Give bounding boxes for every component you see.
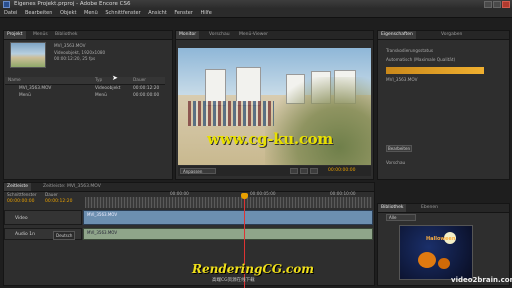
window-title: Eigenes Projekt.prproj - Adobe Encore CS… — [14, 1, 131, 7]
audio-track-header[interactable]: Audio 1n Deutsch — [4, 228, 82, 240]
item-type: Menü — [95, 93, 107, 98]
menu-template-thumbnail[interactable]: Halloween — [399, 225, 473, 280]
tab-projekt[interactable]: Projekt — [4, 31, 26, 39]
lower-label: Vorschau — [386, 160, 406, 165]
col-type[interactable]: Typ — [95, 77, 102, 84]
tab-menues[interactable]: Menüs — [30, 31, 51, 39]
video-track-header[interactable]: Video — [4, 210, 82, 225]
clip-thumbnail — [10, 42, 46, 68]
monitor-timecode: 00:00:00:00 — [328, 168, 356, 173]
clip-info-1: Videoobjekt, 1920x1080 — [54, 50, 106, 55]
menu-bar: Datei Bearbeiten Objekt Menü Schnittfens… — [0, 9, 512, 18]
list-item[interactable]: Menü Menü 00:00:00:00 — [5, 92, 165, 99]
clip-name: MVI_3563.MOV — [54, 43, 86, 48]
transcode-label: Transkodierungsstatus — [386, 48, 434, 53]
clip-info-2: 00:00:12:20, 25 fps — [54, 56, 96, 61]
preset-text: Automatisch (Maximale Qualität) — [386, 57, 456, 62]
audio-clip-label: MVI_3563.MOV — [87, 230, 118, 235]
menu-hilfe[interactable]: Hilfe — [200, 9, 211, 17]
watermark-text: www.cg-ku.com — [207, 130, 333, 148]
rewind-button[interactable] — [290, 168, 298, 174]
maximize-icon[interactable] — [493, 1, 501, 8]
clip-label: MVI_3563.MOV — [386, 77, 418, 82]
col-duration[interactable]: Dauer — [133, 77, 146, 84]
brand-subtitle: 高端CG资源在线下载 — [212, 278, 255, 283]
menu-schnittfenster[interactable]: Schnittfenster — [105, 9, 140, 17]
timeline-ruler[interactable] — [85, 197, 372, 208]
forward-button[interactable] — [310, 168, 318, 174]
mouse-cursor-icon: ➤ — [112, 74, 118, 82]
title-bar: Eigenes Projekt.prproj - Adobe Encore CS… — [0, 0, 512, 9]
quality-dropdown[interactable]: Anpassen — [180, 168, 216, 174]
timeline-source-label: Schnittfenster — [7, 192, 37, 197]
video-clip[interactable]: MVI_3563.MOV — [83, 210, 373, 225]
timeline-duration-label: Dauer — [45, 192, 58, 197]
video-clip-label: MVI_3563.MOV — [87, 212, 118, 217]
item-name: Menü — [19, 93, 31, 98]
tab-menue-viewer[interactable]: Menü-Viewer — [236, 31, 271, 39]
menu-ansicht[interactable]: Ansicht — [148, 9, 166, 17]
ruler-mark: 00:00:00 — [170, 191, 189, 196]
library-filter-dropdown[interactable]: Alle — [386, 214, 416, 221]
col-name[interactable]: Name — [8, 77, 21, 84]
menu-objekt[interactable]: Objekt — [60, 9, 76, 17]
playhead-handle[interactable] — [241, 193, 248, 199]
brand-watermark: RenderingCG.com — [192, 262, 314, 276]
minimize-icon[interactable] — [484, 1, 492, 8]
menu-menue[interactable]: Menü — [84, 9, 98, 17]
menu-fenster[interactable]: Fenster — [174, 9, 193, 17]
menu-datei[interactable]: Datei — [4, 9, 17, 17]
audio-clip[interactable]: MVI_3563.MOV — [83, 228, 373, 240]
item-duration: 00:00:00:00 — [133, 93, 160, 98]
corner-watermark: video2brain.com — [451, 276, 512, 284]
audio-language-dropdown[interactable]: Deutsch — [53, 231, 76, 240]
tab-bibliothek-lib[interactable]: Bibliothek — [378, 204, 407, 212]
item-name: MVI_3563.MOV — [19, 86, 52, 91]
project-column-header: Name Typ Dauer — [5, 77, 165, 85]
tab-zeitleiste-clip[interactable]: Zeitleiste: MVI_3563.MOV — [40, 183, 104, 191]
tab-bibliothek[interactable]: Bibliothek — [52, 31, 80, 39]
tab-monitor[interactable]: Monitor — [176, 31, 200, 39]
tab-ebenen[interactable]: Ebenen — [418, 204, 441, 212]
tab-zeitleiste[interactable]: Zeitleiste — [4, 183, 32, 191]
item-duration: 00:00:12:20 — [133, 86, 160, 91]
app-icon — [3, 1, 10, 8]
audio-track-name: Audio 1n — [15, 232, 35, 237]
ruler-mark: 00:00:05:00 — [250, 191, 276, 196]
video-track-name: Video — [15, 216, 28, 221]
ruler-mark: 00:00:10:00 — [330, 191, 356, 196]
edit-button[interactable]: Bearbeiten — [386, 145, 412, 152]
transcode-progress-bar — [386, 67, 484, 74]
tab-eigenschaften[interactable]: Eigenschaften — [378, 31, 416, 39]
art-title: Halloween — [426, 236, 456, 242]
duration-timecode: 00:00:12:20 — [45, 199, 73, 204]
current-timecode[interactable]: 00:00:00:00 — [7, 199, 34, 204]
monitor-controls: Anpassen 00:00:00:00 — [178, 166, 371, 176]
play-button[interactable] — [300, 168, 308, 174]
close-icon[interactable] — [502, 1, 510, 8]
tab-vorgaben[interactable]: Vorgaben — [438, 31, 465, 39]
item-type: Videoobjekt — [95, 86, 121, 91]
menu-bearbeiten[interactable]: Bearbeiten — [25, 9, 52, 17]
list-item[interactable]: MVI_3563.MOV Videoobjekt 00:00:12:20 — [5, 85, 165, 92]
tab-vorschau[interactable]: Vorschau — [206, 31, 233, 39]
